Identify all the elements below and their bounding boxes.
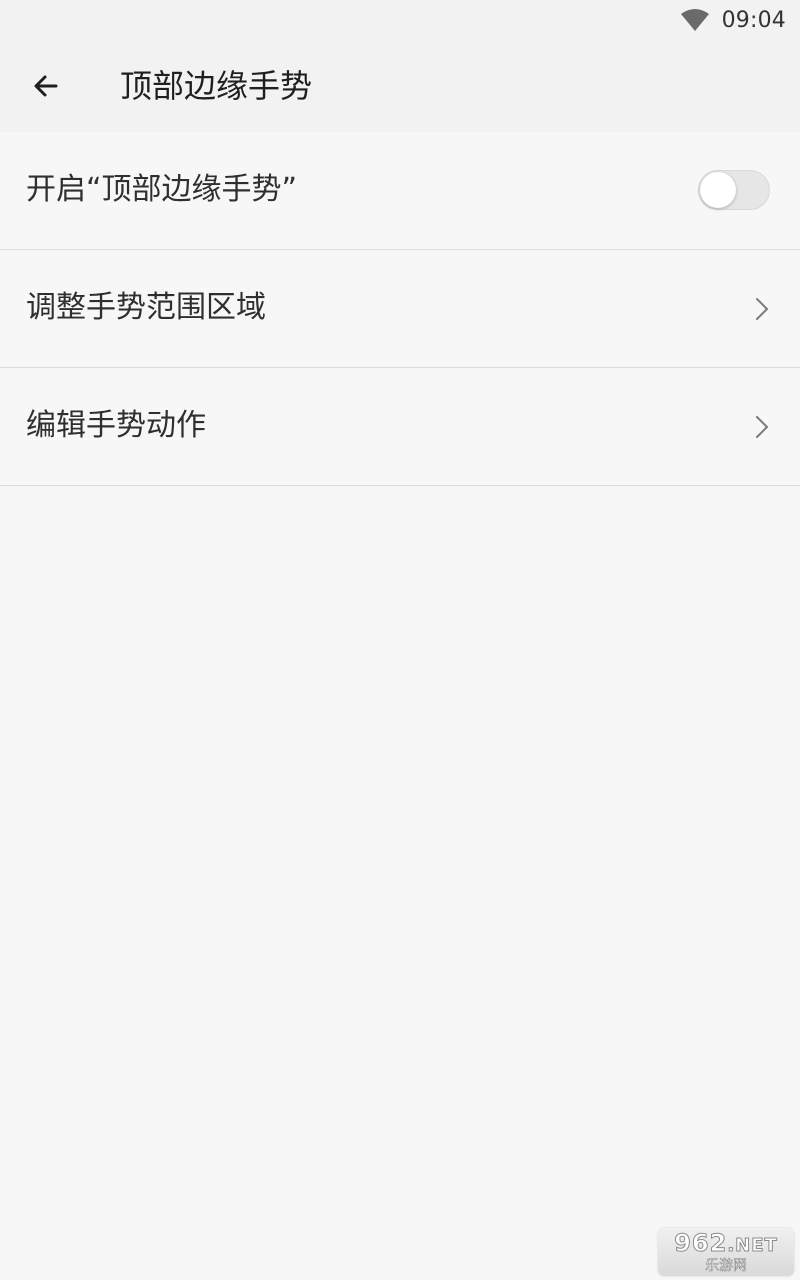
- chevron-right-icon: [756, 416, 768, 438]
- list-item-edit-gesture-actions[interactable]: 编辑手势动作: [0, 368, 800, 486]
- page-title: 顶部边缘手势: [120, 67, 313, 105]
- watermark-suffix: .NET: [727, 1234, 778, 1256]
- watermark-sub: 乐游网: [705, 1257, 748, 1274]
- chevron-right-icon: [756, 298, 768, 320]
- toggle-row-enable-top-edge-gesture[interactable]: 开启“顶部边缘手势”: [0, 132, 800, 250]
- settings-list: 开启“顶部边缘手势” 调整手势范围区域 编辑手势动作: [0, 132, 800, 486]
- app-bar: 顶部边缘手势: [0, 40, 800, 132]
- watermark-number: 962: [674, 1228, 728, 1257]
- status-indicators: 09:04: [680, 6, 786, 34]
- watermark-main: 962.NET: [674, 1228, 778, 1258]
- watermark-logo: 962.NET 乐游网: [658, 1228, 794, 1276]
- list-item-adjust-gesture-area[interactable]: 调整手势范围区域: [0, 250, 800, 368]
- list-item-label: 调整手势范围区域: [26, 290, 266, 325]
- back-button[interactable]: [18, 58, 74, 114]
- toggle-row-label: 开启“顶部边缘手势”: [26, 172, 298, 207]
- arrow-left-icon: [34, 75, 58, 97]
- list-item-label: 编辑手势动作: [26, 408, 206, 443]
- toggle-knob: [700, 172, 736, 208]
- wifi-icon: [680, 9, 709, 31]
- enable-gesture-toggle[interactable]: [698, 170, 770, 210]
- status-bar: 09:04: [0, 0, 800, 40]
- status-time: 09:04: [721, 7, 786, 33]
